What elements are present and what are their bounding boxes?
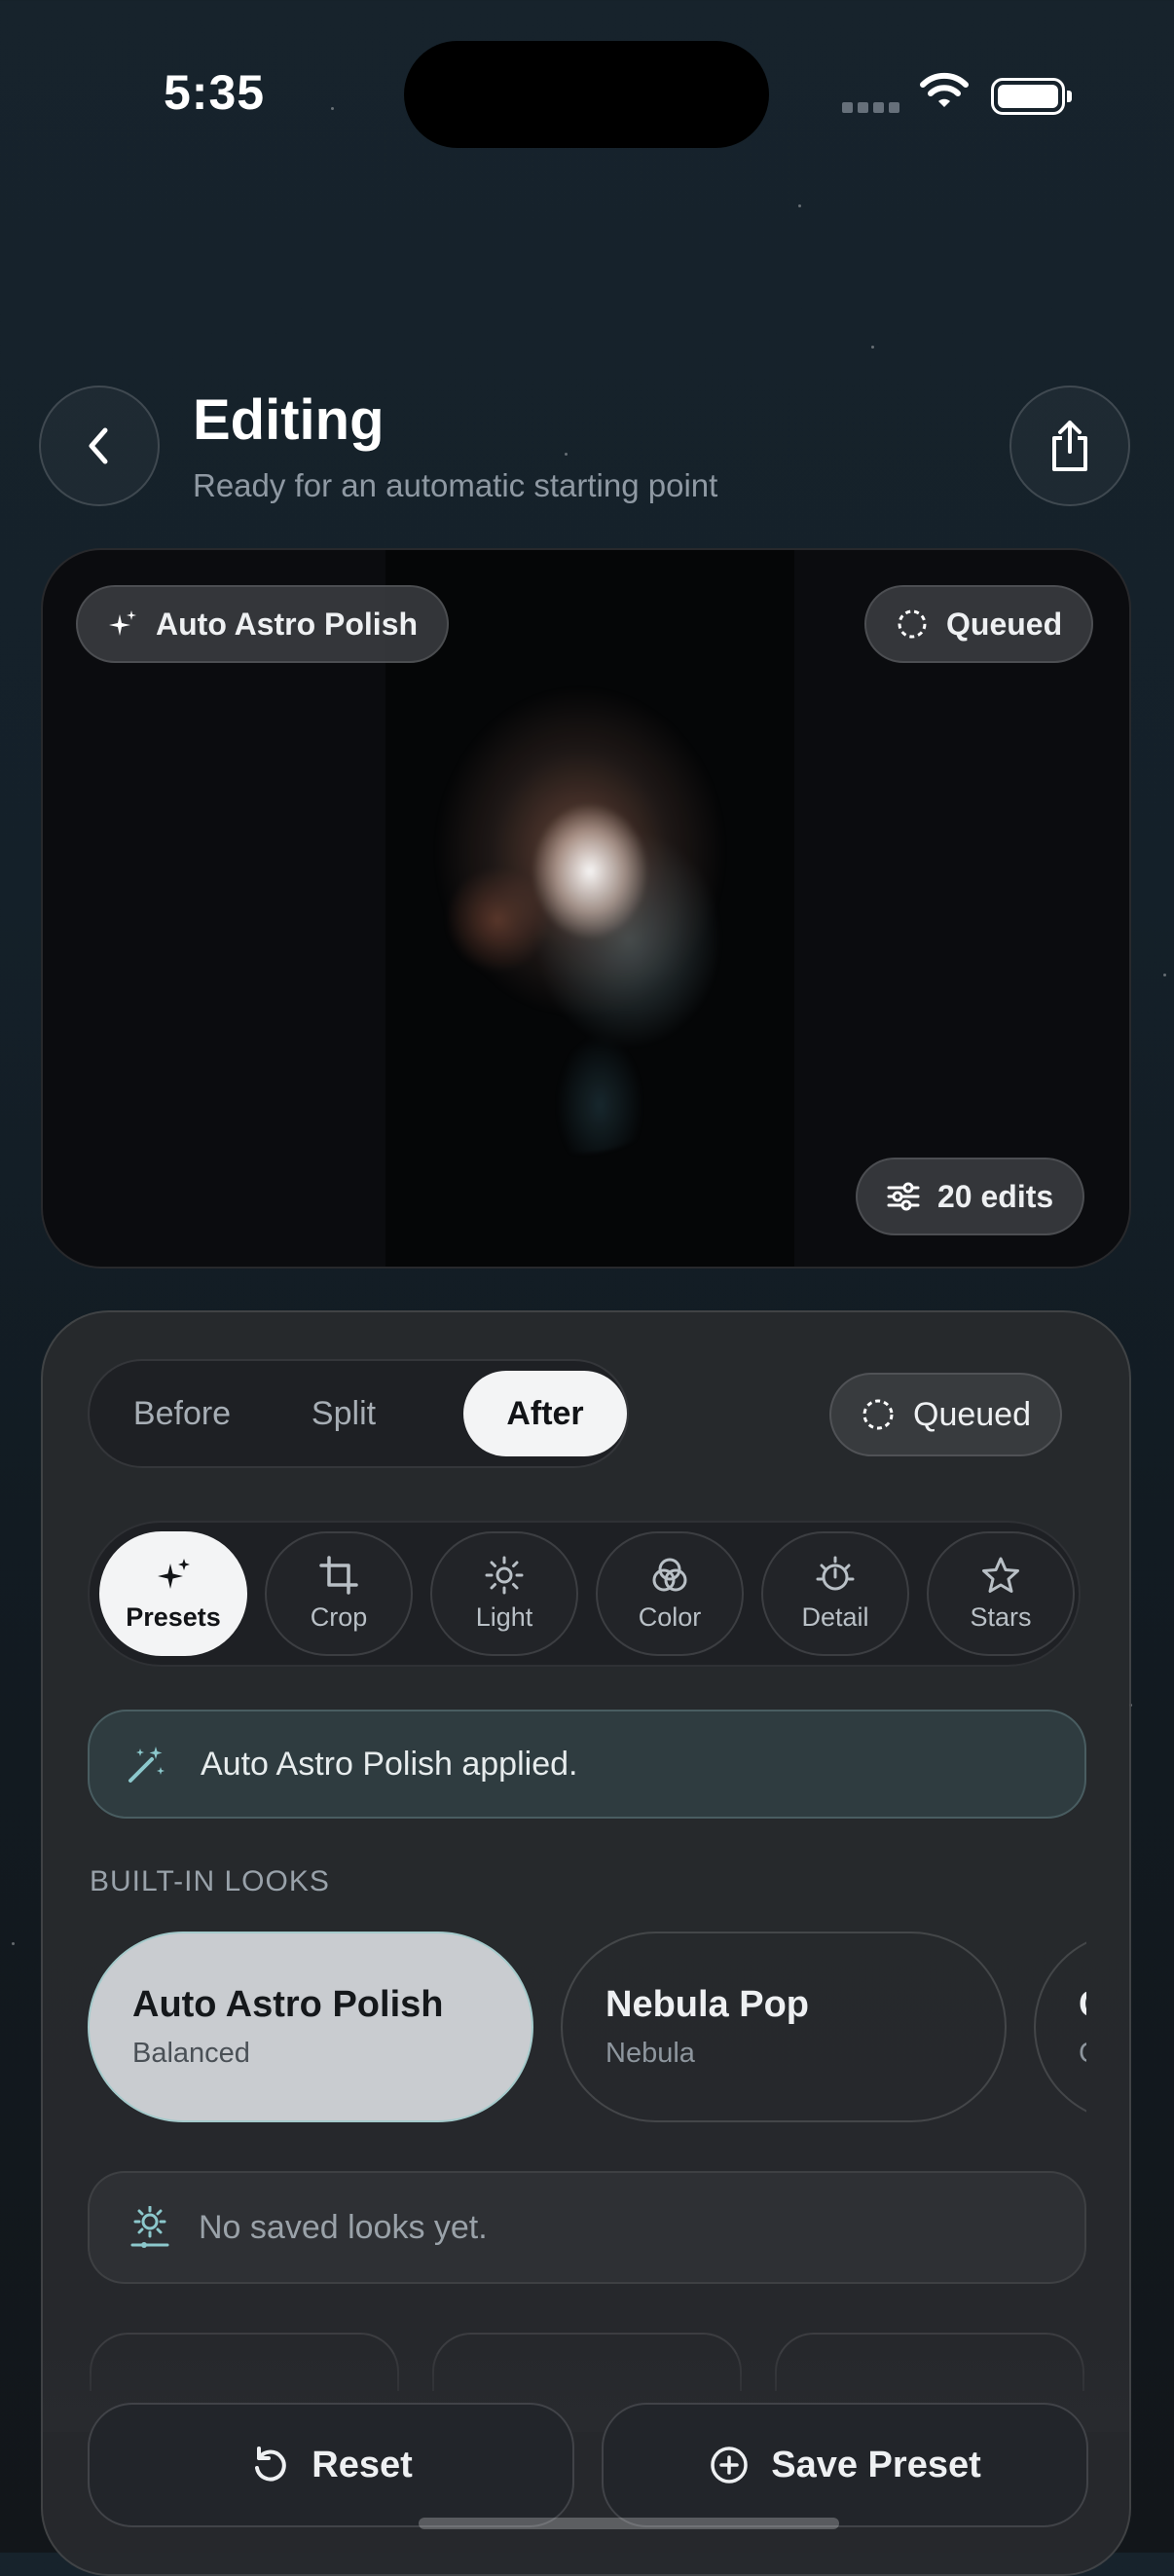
sun-icon (485, 1556, 524, 1594)
editing-panel: Before Split After Queued Presets Crop L… (41, 1310, 1131, 2576)
queued-chip: Queued (864, 585, 1094, 663)
segment-after[interactable]: After (463, 1371, 627, 1456)
tool-tabs: Presets Crop Light Color Detail Stars (88, 1521, 1081, 1667)
home-indicator[interactable] (419, 2518, 839, 2529)
built-in-looks-heading: BUILT-IN LOOKS (90, 1865, 330, 1897)
sparkles-icon (109, 610, 136, 636)
applied-banner-text: Auto Astro Polish applied. (201, 1745, 578, 1783)
look-name: C (1079, 1984, 1086, 2026)
status-time: 5:35 (164, 65, 266, 120)
plus-circle-icon (711, 2447, 748, 2484)
tool-color-label: Color (638, 1601, 702, 1632)
tool-color[interactable]: Color (596, 1531, 744, 1656)
sliders-icon (887, 1182, 920, 1211)
battery-icon (991, 78, 1072, 115)
sun-horizon-icon (130, 2206, 169, 2248)
wifi-icon (920, 72, 969, 107)
tool-stars-label: Stars (970, 1601, 1032, 1632)
nebula-photo (385, 550, 794, 1267)
star-icon (982, 1557, 1019, 1593)
tool-presets[interactable]: Presets (99, 1531, 247, 1656)
crop-icon (319, 1555, 358, 1595)
processing-status-label: Queued (913, 1395, 1031, 1433)
view-mode-segmented-control: Before Split After (88, 1359, 629, 1468)
back-button[interactable] (39, 386, 160, 506)
look-name: Auto Astro Polish (132, 1984, 444, 2025)
applied-banner: Auto Astro Polish applied. (88, 1710, 1086, 1819)
reset-arrow-icon (255, 2447, 286, 2482)
magic-wand-icon (128, 1747, 165, 1783)
saved-looks-empty-text: No saved looks yet. (199, 2208, 488, 2246)
tool-light[interactable]: Light (430, 1531, 578, 1656)
reset-button-label: Reset (312, 2444, 413, 2485)
cellular-signal-icon (842, 102, 899, 113)
chevron-left-icon (89, 427, 108, 464)
detail-dial-icon (816, 1556, 855, 1590)
look-card-auto-astro-polish[interactable]: Auto Astro Polish Balanced (88, 1932, 533, 2122)
edits-chip[interactable]: 20 edits (856, 1158, 1085, 1235)
built-in-looks-carousel[interactable]: Auto Astro Polish Balanced Nebula Pop Ne… (88, 1932, 1086, 2126)
dynamic-island (404, 41, 769, 148)
look-style: Nebula (605, 2038, 695, 2069)
queued-spinner-icon (862, 1399, 894, 1430)
tool-stars[interactable]: Stars (927, 1531, 1075, 1656)
edits-chip-label: 20 edits (937, 1178, 1054, 1214)
look-style: Balanced (132, 2038, 250, 2069)
page-subtitle: Ready for an automatic starting point (193, 467, 718, 503)
tool-light-label: Light (475, 1601, 533, 1632)
share-icon (1052, 421, 1087, 471)
look-style: C (1079, 2038, 1086, 2070)
save-preset-button-label: Save Preset (771, 2444, 981, 2485)
segment-before[interactable]: Before (99, 1371, 265, 1456)
saved-looks-empty-state: No saved looks yet. (88, 2171, 1086, 2284)
color-circles-icon (652, 1558, 687, 1591)
tool-crop-label: Crop (310, 1601, 368, 1632)
share-button[interactable] (1009, 386, 1130, 506)
tool-presets-label: Presets (126, 1601, 221, 1632)
save-preset-button[interactable]: Save Preset (602, 2403, 1088, 2527)
processing-status-chip: Queued (829, 1373, 1062, 1456)
tool-crop[interactable]: Crop (265, 1531, 413, 1656)
preset-chip[interactable]: Auto Astro Polish (76, 585, 450, 663)
tool-detail[interactable]: Detail (761, 1531, 909, 1656)
page-title: Editing (193, 388, 385, 452)
queued-chip-label: Queued (946, 606, 1063, 642)
look-card-nebula-pop[interactable]: Nebula Pop Nebula (561, 1932, 1007, 2122)
look-name: Nebula Pop (605, 1984, 810, 2025)
tool-detail-label: Detail (801, 1601, 869, 1632)
preset-chip-label: Auto Astro Polish (156, 606, 419, 642)
look-card-partial[interactable]: C C (1034, 1932, 1086, 2122)
reset-button[interactable]: Reset (88, 2403, 574, 2527)
photo-preview-card[interactable]: Auto Astro Polish Queued 20 edits (41, 548, 1131, 1269)
segment-split[interactable]: Split (280, 1371, 407, 1456)
queued-spinner-icon (898, 609, 927, 639)
sparkles-icon (158, 1558, 190, 1589)
